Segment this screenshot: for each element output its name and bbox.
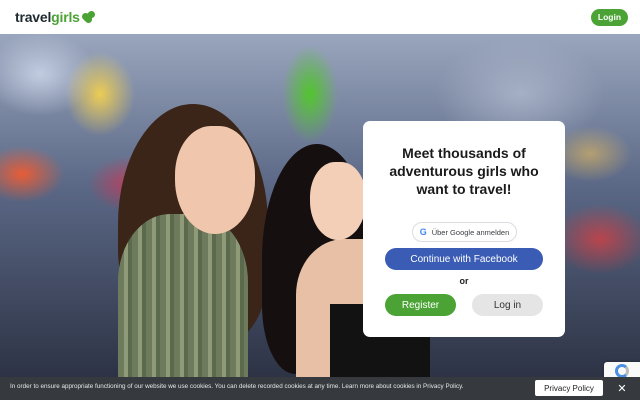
- woman-left-shirt: [118, 214, 248, 377]
- google-signin-label: Über Google anmelden: [431, 227, 510, 237]
- cookie-notice-text: In order to ensure appropriate functioni…: [10, 383, 464, 390]
- privacy-policy-button[interactable]: Privacy Policy: [535, 380, 603, 396]
- logo-text-girls: girls: [51, 9, 80, 25]
- facebook-continue-button[interactable]: Continue with Facebook: [385, 248, 543, 270]
- signup-card: Meet thousands of adventurous girls who …: [363, 121, 565, 337]
- header: travel girls Login: [0, 0, 640, 34]
- logo[interactable]: travel girls: [15, 9, 98, 25]
- logo-text-travel: travel: [15, 9, 52, 25]
- recaptcha-icon: [615, 364, 629, 378]
- or-separator: or: [459, 276, 469, 286]
- signup-title: Meet thousands of adventurous girls who …: [389, 145, 539, 197]
- woman-left-face: [175, 126, 255, 234]
- woman-right-face: [310, 162, 366, 240]
- register-button[interactable]: Register: [385, 294, 456, 316]
- header-login-button[interactable]: Login: [591, 8, 628, 26]
- clover-icon: [80, 9, 98, 23]
- cookie-bar: In order to ensure appropriate functioni…: [0, 377, 640, 400]
- login-button[interactable]: Log in: [472, 294, 543, 316]
- close-icon[interactable]: ✕: [614, 380, 630, 396]
- google-signin-button[interactable]: G Über Google anmelden: [412, 222, 517, 242]
- google-g-icon: G: [419, 227, 427, 237]
